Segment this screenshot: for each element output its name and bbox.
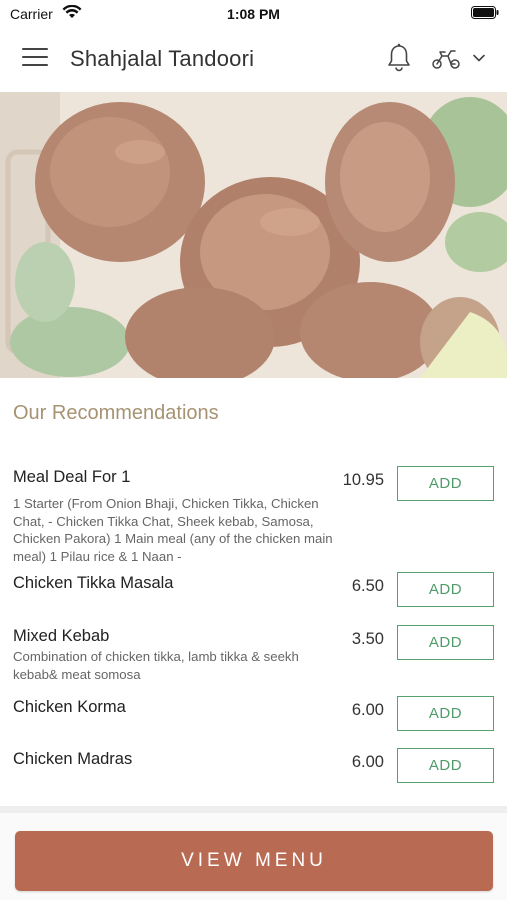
- item-price: 6.00: [351, 701, 384, 719]
- item-description: Combination of chicken tikka, lamb tikka…: [13, 649, 299, 682]
- item-price: 10.95: [342, 471, 384, 489]
- item-name: Chicken Tikka Masala: [13, 574, 174, 592]
- add-button[interactable]: ADD: [397, 696, 494, 731]
- restaurant-title: Shahjalal Tandoori: [70, 46, 255, 71]
- chevron-down-icon[interactable]: [472, 53, 486, 63]
- menu-icon[interactable]: [22, 48, 48, 70]
- battery-icon: [471, 6, 499, 19]
- add-button[interactable]: ADD: [397, 748, 494, 783]
- item-price: 6.00: [351, 753, 384, 771]
- delivery-icon[interactable]: [431, 48, 461, 70]
- item-price: 6.50: [351, 577, 384, 595]
- item-description: 1 Starter (From Onion Bhaji, Chicken Tik…: [13, 496, 333, 564]
- hero-food-image: [0, 92, 507, 378]
- recommendations-title: Our Recommendations: [13, 402, 219, 424]
- app-header: Shahjalal Tandoori: [0, 26, 507, 92]
- item-name: Chicken Korma: [13, 698, 126, 716]
- add-button[interactable]: ADD: [397, 572, 494, 607]
- item-price: 3.50: [351, 630, 384, 648]
- divider: [0, 806, 507, 813]
- item-name: Meal Deal For 1: [13, 468, 131, 486]
- status-bar: Carrier 1:08 PM: [0, 0, 507, 26]
- clock: 1:08 PM: [227, 6, 280, 22]
- view-menu-button[interactable]: VIEW MENU: [15, 831, 493, 891]
- add-button[interactable]: ADD: [397, 625, 494, 660]
- item-name: Chicken Madras: [13, 750, 133, 768]
- item-name: Mixed Kebab: [13, 627, 110, 645]
- add-button[interactable]: ADD: [397, 466, 494, 501]
- bell-icon[interactable]: [386, 43, 412, 73]
